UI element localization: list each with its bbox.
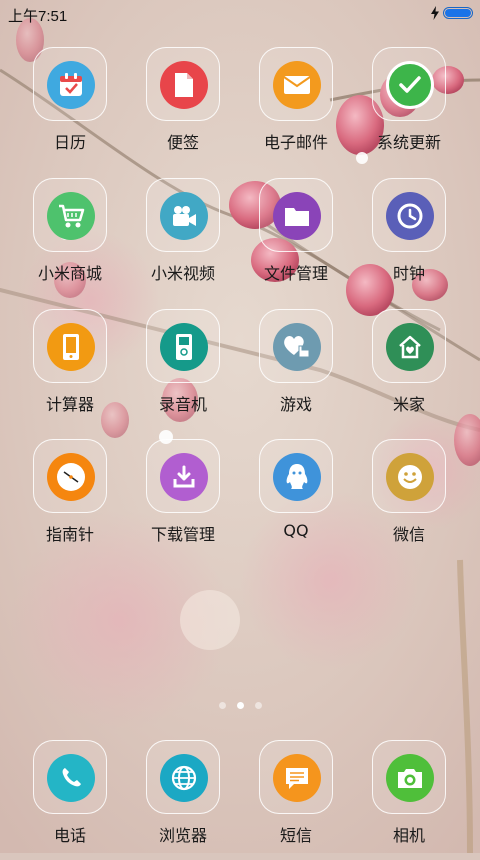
app-messages[interactable]: 短信 <box>240 740 352 860</box>
app-phone[interactable]: 电话 <box>14 740 126 860</box>
app-tile <box>146 47 220 121</box>
app-recorder[interactable]: 录音机 <box>127 309 239 429</box>
app-label: 计算器 <box>45 395 94 414</box>
note-icon <box>160 61 208 109</box>
app-qq[interactable]: QQ <box>240 439 352 559</box>
page-dot[interactable] <box>255 702 262 709</box>
heart-hand-icon <box>273 323 321 371</box>
calendar-icon <box>47 61 95 109</box>
app-clock[interactable]: 时钟 <box>353 178 465 298</box>
app-download-manager[interactable]: 下载管理 <box>127 439 239 559</box>
app-tile <box>33 740 107 814</box>
calculator-icon <box>47 323 95 371</box>
app-calendar[interactable]: 日历 <box>14 47 126 167</box>
app-label: 电话 <box>53 826 86 845</box>
recorder-icon <box>160 323 208 371</box>
app-label: 浏览器 <box>158 826 207 845</box>
app-email[interactable]: 电子邮件 <box>240 47 352 167</box>
app-tile <box>372 309 446 383</box>
app-label: 小米商城 <box>37 264 102 283</box>
app-label: QQ <box>283 521 309 540</box>
app-tile <box>146 178 220 252</box>
page-indicator <box>0 702 480 712</box>
app-mi-store[interactable]: 小米商城 <box>14 178 126 298</box>
app-tile <box>372 439 446 513</box>
app-mi-video[interactable]: 小米视频 <box>127 178 239 298</box>
video-camera-icon <box>160 192 208 240</box>
message-icon <box>273 754 321 802</box>
app-wechat[interactable]: 微信 <box>353 439 465 559</box>
app-label: 小米视频 <box>150 264 215 283</box>
app-label: 微信 <box>392 525 425 544</box>
app-label: 下载管理 <box>150 525 215 544</box>
app-tile <box>372 740 446 814</box>
page-dot[interactable] <box>219 702 226 709</box>
globe-icon <box>160 754 208 802</box>
app-compass[interactable]: 指南针 <box>14 439 126 559</box>
app-tile <box>146 439 220 513</box>
app-tile <box>146 740 220 814</box>
smiley-icon <box>386 453 434 501</box>
app-games[interactable]: 游戏 <box>240 309 352 429</box>
app-label: 日历 <box>53 133 86 152</box>
home-icon <box>386 323 434 371</box>
app-tile <box>372 178 446 252</box>
app-tile <box>33 178 107 252</box>
compass-icon <box>47 453 95 501</box>
app-label: 便签 <box>166 133 199 152</box>
app-label: 游戏 <box>279 395 312 414</box>
app-label: 指南针 <box>45 525 94 544</box>
app-system-update[interactable]: 系统更新 <box>353 47 465 167</box>
app-label: 时钟 <box>392 264 425 283</box>
app-camera[interactable]: 相机 <box>353 740 465 860</box>
folder-icon <box>273 192 321 240</box>
app-label: 相机 <box>392 826 425 845</box>
app-label: 录音机 <box>158 395 207 414</box>
app-tile <box>33 47 107 121</box>
app-tile <box>372 47 446 121</box>
check-icon <box>386 61 434 109</box>
app-grid: 日历 便签 电子邮件 系统更新 小米商城 小米视频 文件管理 时钟 计算器 录音… <box>0 0 480 853</box>
clock-icon <box>386 192 434 240</box>
page-dot-active[interactable] <box>237 702 244 709</box>
phone-icon <box>47 754 95 802</box>
app-tile <box>259 740 333 814</box>
app-file-manager[interactable]: 文件管理 <box>240 178 352 298</box>
app-tile <box>33 309 107 383</box>
app-calculator[interactable]: 计算器 <box>14 309 126 429</box>
qq-penguin-icon <box>273 453 321 501</box>
mail-icon <box>273 61 321 109</box>
app-label: 短信 <box>279 826 312 845</box>
app-notes[interactable]: 便签 <box>127 47 239 167</box>
app-tile <box>259 439 333 513</box>
app-browser[interactable]: 浏览器 <box>127 740 239 860</box>
app-label: 文件管理 <box>263 264 328 283</box>
camera-icon <box>386 754 434 802</box>
app-tile <box>146 309 220 383</box>
app-tile <box>259 178 333 252</box>
app-label: 电子邮件 <box>263 133 328 152</box>
app-tile <box>33 439 107 513</box>
shopping-cart-icon <box>47 192 95 240</box>
app-label: 米家 <box>392 395 425 414</box>
app-tile <box>259 309 333 383</box>
app-tile <box>259 47 333 121</box>
download-icon <box>160 453 208 501</box>
app-mi-home[interactable]: 米家 <box>353 309 465 429</box>
app-label: 系统更新 <box>376 133 441 152</box>
